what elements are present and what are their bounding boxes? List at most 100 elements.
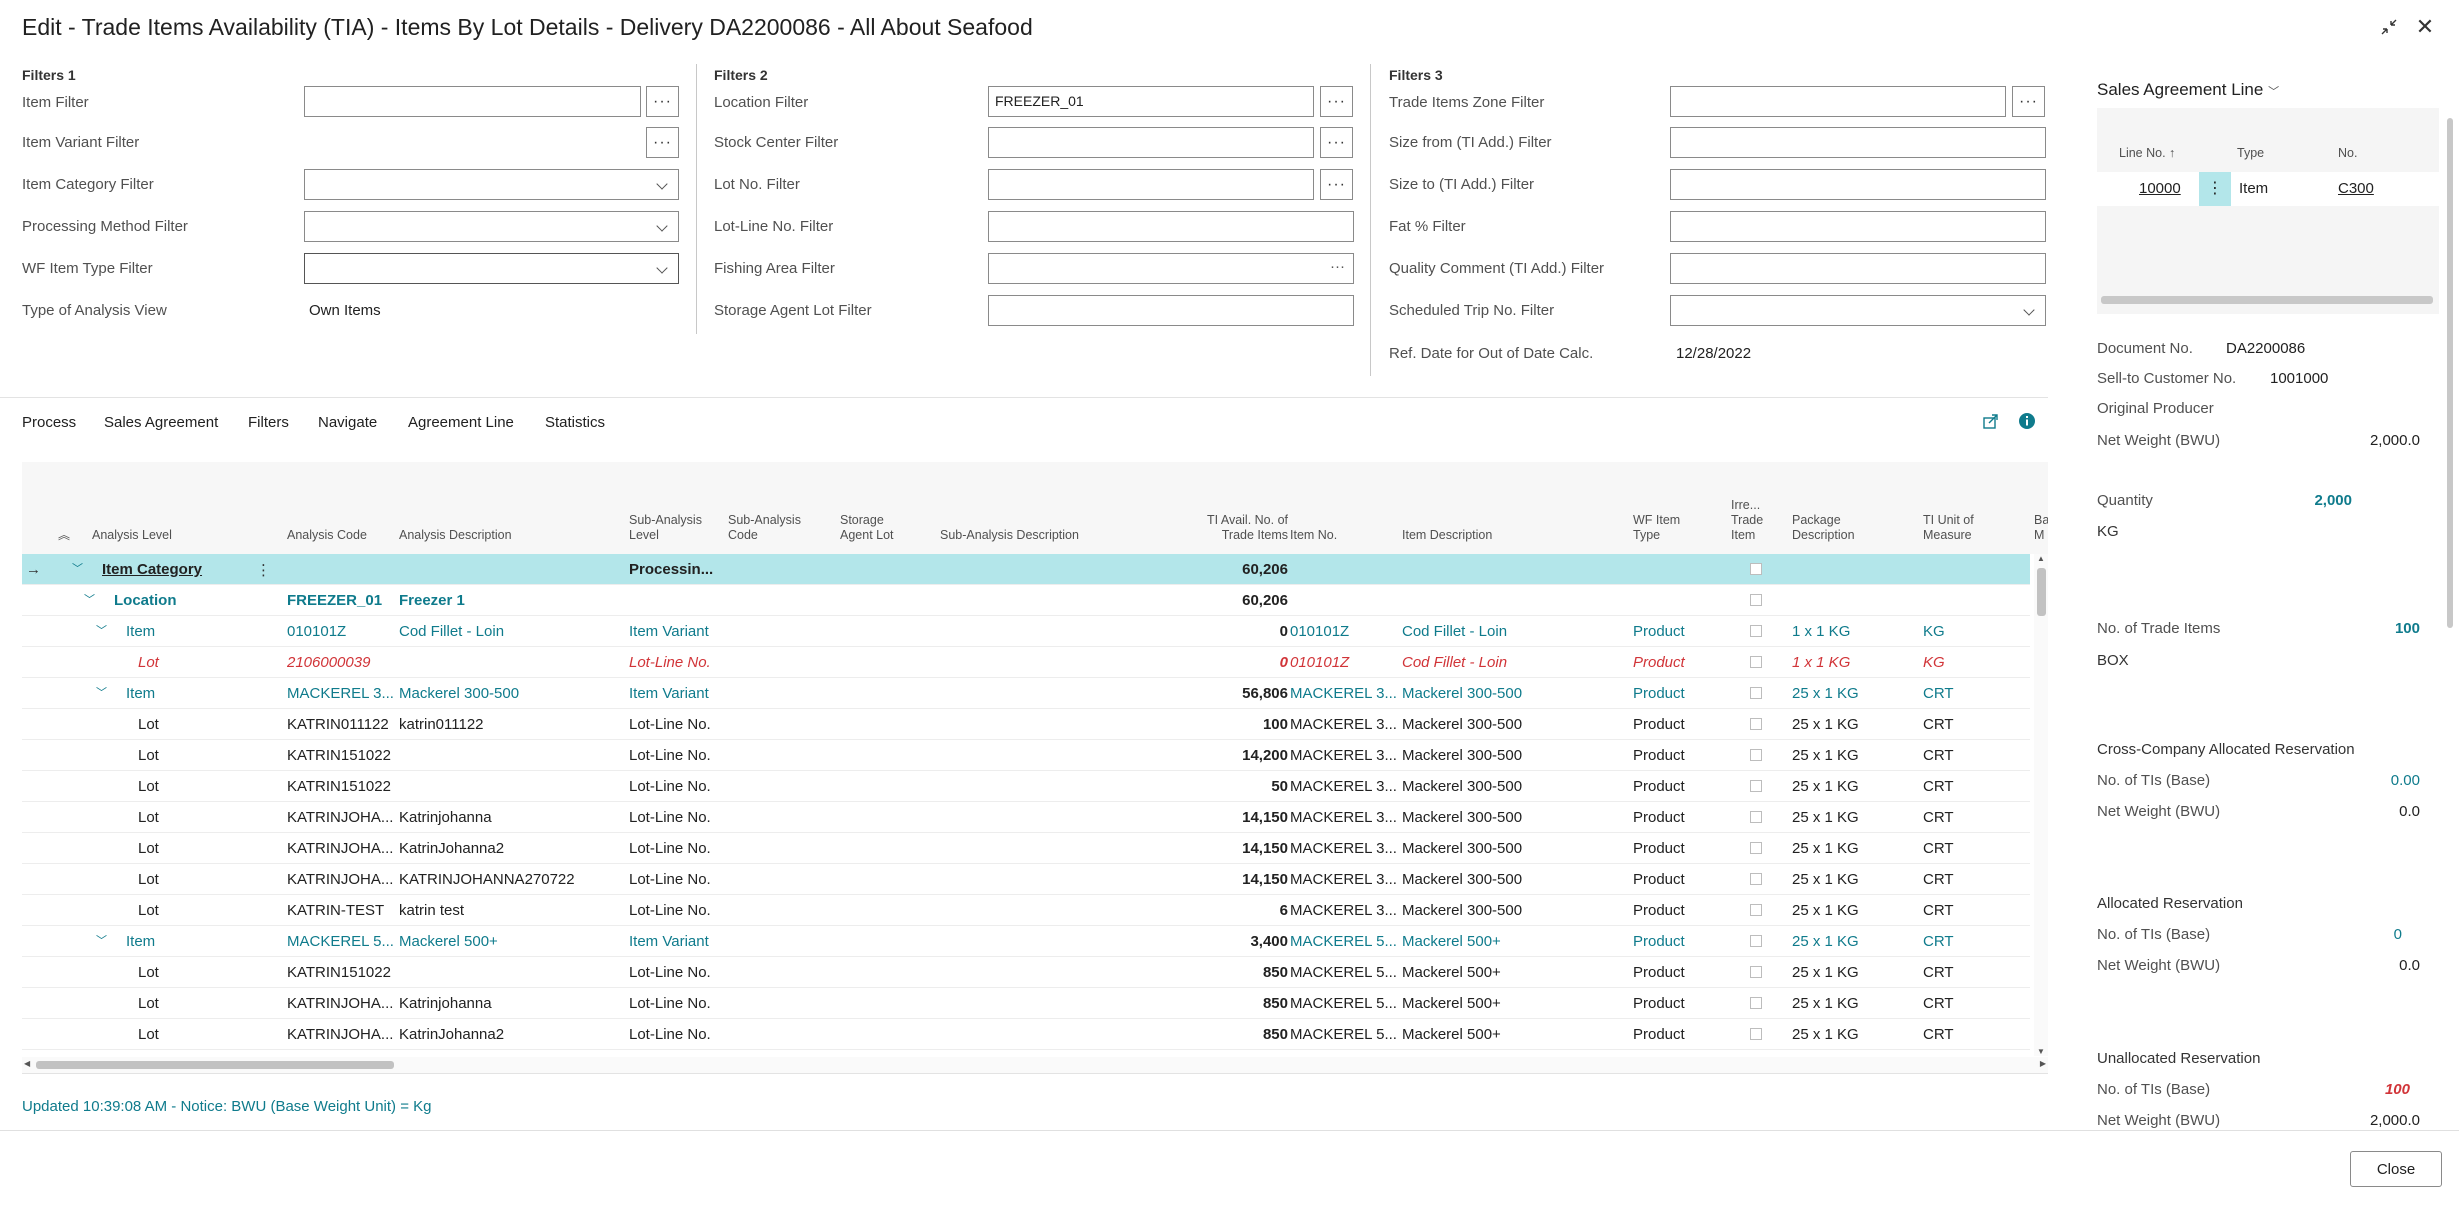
header-no[interactable]: No. — [2338, 146, 2357, 160]
analysis-code-cell[interactable]: MACKEREL 5... — [287, 933, 395, 950]
sub-analysis-level-cell[interactable]: Lot-Line No. — [629, 840, 749, 857]
unallocated-tis-value[interactable]: 100 — [2360, 1081, 2410, 1098]
header-line-no[interactable]: Line No. ↑ — [2119, 146, 2175, 160]
item-description-cell[interactable]: Mackerel 300-500 — [1402, 685, 1630, 702]
line-no-link[interactable]: 10000 — [2139, 180, 2181, 197]
wf-item-type-cell[interactable]: Product — [1633, 747, 1723, 764]
item-no-cell[interactable]: MACKEREL 3... — [1290, 685, 1398, 702]
ti-avail-cell[interactable]: 850 — [1162, 1026, 1288, 1043]
item-description-cell[interactable]: Mackerel 300-500 — [1402, 747, 1630, 764]
item-description-cell[interactable]: Mackerel 300-500 — [1402, 871, 1630, 888]
analysis-description-cell[interactable]: katrin011122 — [399, 716, 624, 733]
lot-no-filter-lookup-button[interactable]: ··· — [1320, 169, 1353, 200]
cross-company-tis-value[interactable]: 0.00 — [2360, 772, 2420, 789]
ti-avail-cell[interactable]: 50 — [1162, 778, 1288, 795]
analysis-code-cell[interactable]: MACKEREL 3... — [287, 685, 395, 702]
item-no-cell[interactable]: 010101Z — [1290, 654, 1398, 671]
header-ti-unit-of-measure[interactable]: TI Unit of Measure — [1923, 513, 1974, 543]
sub-analysis-level-cell[interactable]: Lot-Line No. — [629, 1026, 749, 1043]
table-row[interactable]: ﹀ Location FREEZER_01 Freezer 1 60,206 — [22, 585, 2030, 616]
irre-trade-item-checkbox[interactable] — [1750, 997, 1762, 1009]
irre-trade-item-checkbox[interactable] — [1750, 687, 1762, 699]
analysis-description-cell[interactable]: KatrinJohanna2 — [399, 1026, 624, 1043]
menu-sales-agreement[interactable]: Sales Agreement — [104, 414, 218, 431]
header-analysis-code[interactable]: Analysis Code — [287, 528, 367, 543]
stock-center-filter-input[interactable] — [988, 127, 1314, 158]
analysis-description-cell[interactable]: Katrinjohanna — [399, 995, 624, 1012]
header-sub-analysis-level[interactable]: Sub-Analysis Level — [629, 513, 702, 543]
item-description-cell[interactable]: Mackerel 500+ — [1402, 1026, 1630, 1043]
irre-trade-item-checkbox[interactable] — [1750, 842, 1762, 854]
analysis-code-cell[interactable]: KATRINJOHA... — [287, 995, 395, 1012]
analysis-code-cell[interactable]: KATRIN-TEST — [287, 902, 395, 919]
row-actions-icon[interactable]: ⋮ — [2199, 172, 2231, 206]
menu-filters[interactable]: Filters — [248, 414, 289, 431]
quantity-value[interactable]: 2,000 — [2300, 492, 2352, 509]
analysis-level-cell[interactable]: Lot — [138, 716, 308, 733]
item-no-cell[interactable]: MACKEREL 5... — [1290, 995, 1398, 1012]
sub-analysis-level-cell[interactable]: Lot-Line No. — [629, 778, 749, 795]
item-description-cell[interactable]: Cod Fillet - Loin — [1402, 623, 1630, 640]
analysis-level-cell[interactable]: Item Category — [102, 561, 272, 578]
header-sub-analysis-code[interactable]: Sub-Analysis Code — [728, 513, 801, 543]
item-description-cell[interactable]: Mackerel 500+ — [1402, 995, 1630, 1012]
irre-trade-item-checkbox[interactable] — [1750, 594, 1762, 606]
ti-unit-of-measure-cell[interactable]: KG — [1923, 623, 2013, 640]
fat-filter-input[interactable] — [1670, 211, 2046, 242]
ti-unit-of-measure-cell[interactable]: CRT — [1923, 747, 2013, 764]
location-filter-input[interactable]: FREEZER_01 — [988, 86, 1314, 117]
ti-avail-cell[interactable]: 60,206 — [1162, 561, 1288, 578]
quality-comment-filter-input[interactable] — [1670, 253, 2046, 284]
header-type[interactable]: Type — [2237, 146, 2264, 160]
irre-trade-item-checkbox[interactable] — [1750, 935, 1762, 947]
ti-avail-cell[interactable]: 6 — [1162, 902, 1288, 919]
header-analysis-description[interactable]: Analysis Description — [399, 528, 512, 543]
trade-items-zone-filter-lookup-button[interactable]: ··· — [2012, 86, 2045, 117]
analysis-level-cell[interactable]: Item — [126, 933, 296, 950]
item-description-cell[interactable]: Cod Fillet - Loin — [1402, 654, 1630, 671]
package-description-cell[interactable]: 25 x 1 KG — [1792, 716, 1920, 733]
ti-unit-of-measure-cell[interactable]: CRT — [1923, 685, 2013, 702]
info-icon[interactable] — [2018, 412, 2036, 434]
package-description-cell[interactable]: 25 x 1 KG — [1792, 778, 1920, 795]
sub-analysis-level-cell[interactable]: Lot-Line No. — [629, 995, 749, 1012]
table-row[interactable]: Lot KATRINJOHA... KATRINJOHANNA270722 Lot-L… — [22, 864, 2030, 895]
header-item-description[interactable]: Item Description — [1402, 528, 1492, 543]
wf-item-type-cell[interactable]: Product — [1633, 654, 1723, 671]
grid-horizontal-scrollbar[interactable]: ◀ ▶ — [22, 1057, 2048, 1073]
ti-unit-of-measure-cell[interactable]: CRT — [1923, 933, 2013, 950]
item-description-cell[interactable]: Mackerel 300-500 — [1402, 809, 1630, 826]
table-row[interactable]: ﹀ Item MACKEREL 3... Mackerel 300-500 Item V… — [22, 678, 2030, 709]
wf-item-type-cell[interactable]: Product — [1633, 809, 1723, 826]
package-description-cell[interactable]: 25 x 1 KG — [1792, 995, 1920, 1012]
irre-trade-item-checkbox[interactable] — [1750, 563, 1762, 575]
irre-trade-item-checkbox[interactable] — [1750, 749, 1762, 761]
chevron-down-icon[interactable]: ﹀ — [2268, 86, 2279, 98]
analysis-code-cell[interactable]: KATRIN151022 — [287, 747, 395, 764]
package-description-cell[interactable]: 25 x 1 KG — [1792, 685, 1920, 702]
item-no-cell[interactable]: MACKEREL 3... — [1290, 840, 1398, 857]
irre-trade-item-checkbox[interactable] — [1750, 718, 1762, 730]
package-description-cell[interactable]: 25 x 1 KG — [1792, 747, 1920, 764]
line-no-value-link[interactable]: C300 — [2338, 180, 2374, 197]
analysis-description-cell[interactable]: KatrinJohanna2 — [399, 840, 624, 857]
analysis-code-cell[interactable]: KATRIN011122 — [287, 716, 395, 733]
wf-item-type-cell[interactable]: Product — [1633, 964, 1723, 981]
item-category-filter-select[interactable] — [304, 169, 679, 200]
item-description-cell[interactable]: Mackerel 300-500 — [1402, 778, 1630, 795]
analysis-code-cell[interactable]: 2106000039 — [287, 654, 395, 671]
sub-analysis-level-cell[interactable]: Item Variant — [629, 685, 749, 702]
lot-no-filter-input[interactable] — [988, 169, 1314, 200]
type-of-analysis-view-value[interactable]: Own Items — [309, 302, 381, 319]
irre-trade-item-checkbox[interactable] — [1750, 1028, 1762, 1040]
ti-avail-cell[interactable]: 100 — [1162, 716, 1288, 733]
header-sub-analysis-description[interactable]: Sub-Analysis Description — [940, 528, 1079, 543]
package-description-cell[interactable]: 25 x 1 KG — [1792, 809, 1920, 826]
ti-avail-cell[interactable]: 14,150 — [1162, 809, 1288, 826]
ti-avail-cell[interactable]: 0 — [1162, 623, 1288, 640]
item-no-cell[interactable]: MACKEREL 3... — [1290, 778, 1398, 795]
analysis-code-cell[interactable]: KATRINJOHA... — [287, 871, 395, 888]
lot-line-no-filter-input[interactable] — [988, 211, 1354, 242]
sub-analysis-level-cell[interactable]: Item Variant — [629, 623, 749, 640]
collapse-row-icon[interactable]: ﹀ — [72, 560, 83, 576]
